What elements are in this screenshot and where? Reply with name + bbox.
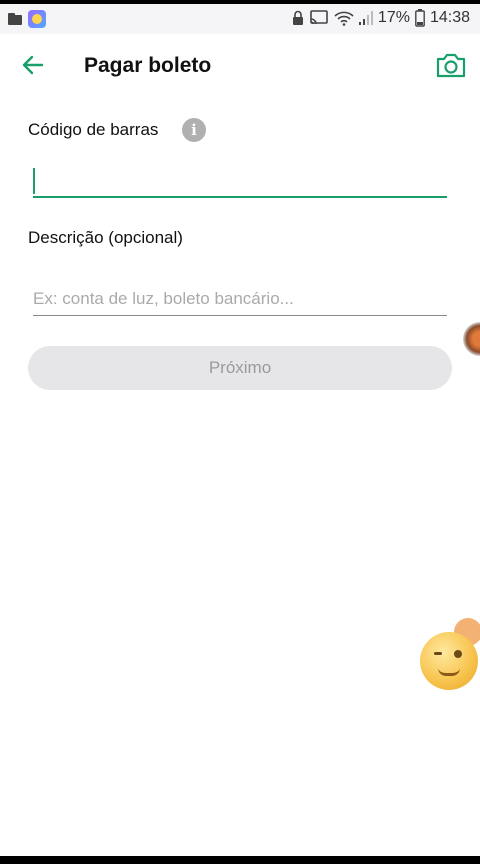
- battery-icon: [415, 9, 425, 27]
- floating-bubble[interactable]: [463, 322, 480, 356]
- cast-icon: [309, 10, 329, 26]
- app-icon: [28, 10, 46, 28]
- status-bar: 17% 14:38: [0, 4, 480, 34]
- back-arrow-icon: [22, 55, 44, 80]
- back-button[interactable]: [18, 52, 48, 82]
- app-bar: Pagar boleto: [0, 34, 480, 100]
- barcode-input[interactable]: [33, 164, 447, 198]
- description-input[interactable]: [33, 284, 447, 314]
- page-title: Pagar boleto: [84, 54, 212, 77]
- emoji-eye-left: [434, 652, 442, 655]
- description-label: Descrição (opcional): [28, 228, 183, 247]
- signal-icon: [358, 10, 373, 26]
- screen: 17% 14:38 Pagar boleto Código de barras …: [0, 4, 480, 856]
- wifi-icon: [334, 10, 354, 26]
- barcode-label: Código de barras: [28, 120, 159, 139]
- info-icon[interactable]: i: [182, 118, 206, 142]
- camera-icon: [436, 52, 466, 83]
- system-icons: 17% 14:38: [292, 9, 470, 27]
- emoji-mouth: [438, 668, 460, 676]
- notification-icons: [8, 10, 46, 28]
- description-field[interactable]: [33, 284, 447, 316]
- emoji-eye-right: [454, 650, 462, 658]
- clock: 14:38: [429, 9, 470, 26]
- folder-icon: [8, 13, 22, 25]
- next-button[interactable]: Próximo: [28, 346, 452, 390]
- battery-percent: 17%: [377, 9, 410, 26]
- lock-icon: [292, 10, 304, 26]
- text-cursor: [33, 168, 35, 194]
- emoji-sticker[interactable]: [420, 632, 478, 690]
- camera-button[interactable]: [434, 50, 468, 84]
